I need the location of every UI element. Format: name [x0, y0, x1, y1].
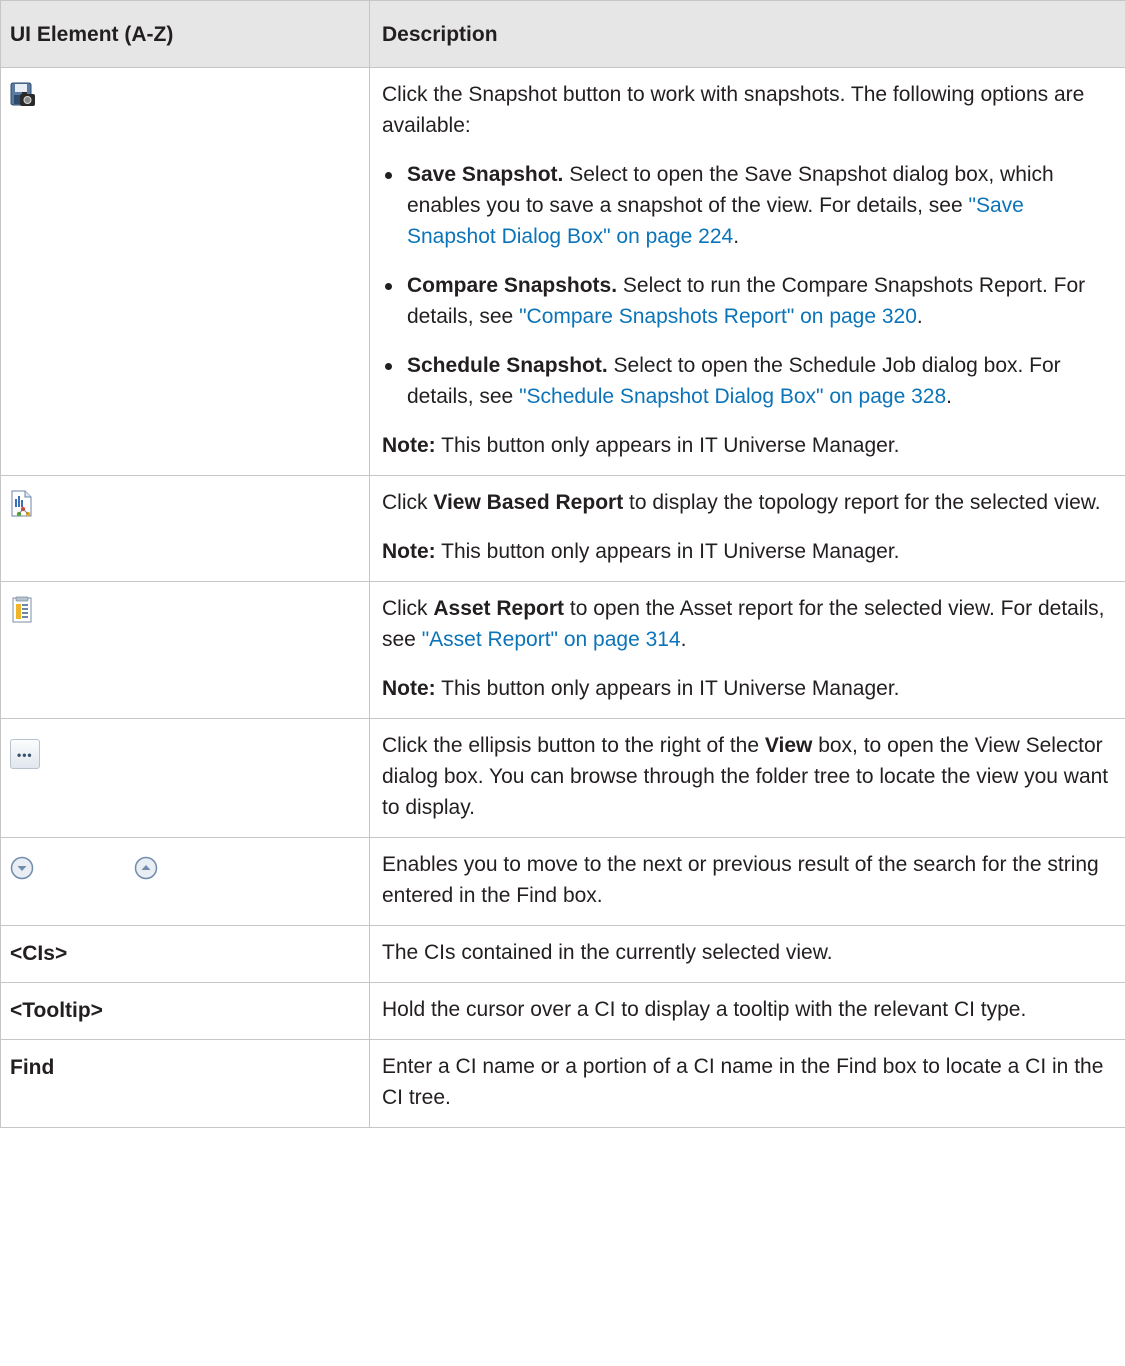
- ui-elements-table: UI Element (A-Z) Description Click the S…: [0, 0, 1125, 1128]
- note-text: This button only appears in IT Universe …: [435, 540, 900, 563]
- description-cell: Hold the cursor over a CI to display a t…: [369, 982, 1125, 1040]
- description-cell: Enter a CI name or a portion of a CI nam…: [369, 1039, 1125, 1128]
- ui-element-cell: [0, 475, 370, 582]
- snapshot-intro: Click the Snapshot button to work with s…: [382, 83, 1085, 137]
- view-based-report-icon[interactable]: [10, 490, 36, 527]
- snapshot-options-list: Save Snapshot. Select to open the Save S…: [382, 159, 1111, 412]
- table-row-cis: <CIs> The CIs contained in the currently…: [0, 925, 1125, 983]
- ui-element-cell: [0, 581, 370, 719]
- note: Note: This button only appears in IT Uni…: [382, 673, 1111, 704]
- note: Note: This button only appears in IT Uni…: [382, 536, 1111, 567]
- description-cell: The CIs contained in the currently selec…: [369, 925, 1125, 983]
- nav-icons: [10, 856, 361, 889]
- header-description: Description: [369, 0, 1125, 68]
- ui-element-cell: •••: [0, 718, 370, 838]
- ellipsis-dots: •••: [17, 748, 33, 762]
- note-text: This button only appears in IT Universe …: [435, 677, 900, 700]
- option-title: Schedule Snapshot.: [407, 354, 608, 377]
- description-text: Hold the cursor over a CI to display a t…: [382, 998, 1027, 1021]
- table-row-tooltip: <Tooltip> Hold the cursor over a CI to d…: [0, 982, 1125, 1040]
- asset-report-link[interactable]: "Asset Report" on page 314: [422, 628, 681, 651]
- description-text: The CIs contained in the currently selec…: [382, 941, 833, 964]
- snapshot-icon[interactable]: [10, 82, 36, 119]
- text: Click the ellipsis button to the right o…: [382, 734, 765, 757]
- note-text: This button only appears in IT Universe …: [435, 434, 900, 457]
- option-title: Save Snapshot.: [407, 163, 564, 186]
- description-cell: Click the Snapshot button to work with s…: [369, 67, 1125, 476]
- ui-element-cell: [0, 837, 370, 926]
- note: Note: This button only appears in IT Uni…: [382, 430, 1111, 461]
- element-name: View: [764, 734, 813, 757]
- text: Click: [382, 491, 434, 514]
- element-name: View Based Report: [433, 491, 624, 514]
- asset-report-icon[interactable]: [10, 596, 36, 633]
- description-cell: Click View Based Report to display the t…: [369, 475, 1125, 582]
- description-cell: Click the ellipsis button to the right o…: [369, 718, 1125, 838]
- list-item: Compare Snapshots. Select to run the Com…: [385, 270, 1111, 332]
- table-row-ellipsis: ••• Click the ellipsis button to the rig…: [0, 718, 1125, 838]
- ui-element-cell: [0, 67, 370, 476]
- punctuation: .: [733, 225, 740, 248]
- punctuation: .: [946, 385, 952, 408]
- description-text: Enables you to move to the next or previ…: [382, 853, 1099, 907]
- note-label: Note:: [382, 540, 436, 563]
- next-result-icon[interactable]: [10, 856, 34, 889]
- note-label: Note:: [382, 677, 436, 700]
- ui-element-name: Find: [0, 1039, 370, 1128]
- note-label: Note:: [382, 434, 436, 457]
- table-row-asset-report: Click Asset Report to open the Asset rep…: [0, 581, 1125, 719]
- header-ui-element: UI Element (A-Z): [0, 0, 370, 68]
- schedule-snapshot-link[interactable]: "Schedule Snapshot Dialog Box" on page 3…: [519, 385, 946, 408]
- description-text: Click View Based Report to display the t…: [382, 487, 1111, 518]
- ui-element-name: <CIs>: [0, 925, 370, 983]
- text: Click: [382, 597, 434, 620]
- bullet: [385, 283, 392, 290]
- text: to display the topology report for the s…: [623, 491, 1101, 514]
- table-row-snapshot: Click the Snapshot button to work with s…: [0, 67, 1125, 476]
- table-header-row: UI Element (A-Z) Description: [0, 0, 1125, 68]
- description-text: Enter a CI name or a portion of a CI nam…: [382, 1055, 1104, 1109]
- list-item: Schedule Snapshot. Select to open the Sc…: [385, 350, 1111, 412]
- description-cell: Enables you to move to the next or previ…: [369, 837, 1125, 926]
- ellipsis-button-icon[interactable]: •••: [10, 739, 40, 769]
- description-text: Click the ellipsis button to the right o…: [382, 730, 1111, 823]
- element-name: Asset Report: [433, 597, 565, 620]
- description-text: Click Asset Report to open the Asset rep…: [382, 593, 1111, 655]
- compare-snapshots-link[interactable]: "Compare Snapshots Report" on page 320: [519, 305, 917, 328]
- table-row-navigate-results: Enables you to move to the next or previ…: [0, 837, 1125, 926]
- bullet: [385, 172, 392, 179]
- option-title: Compare Snapshots.: [407, 274, 618, 297]
- ui-element-name: <Tooltip>: [0, 982, 370, 1040]
- table-row-find: Find Enter a CI name or a portion of a C…: [0, 1039, 1125, 1128]
- table-row-view-based-report: Click View Based Report to display the t…: [0, 475, 1125, 582]
- previous-result-icon[interactable]: [134, 856, 158, 889]
- punctuation: .: [680, 628, 687, 651]
- list-item: Save Snapshot. Select to open the Save S…: [385, 159, 1111, 252]
- bullet: [385, 363, 392, 370]
- description-cell: Click Asset Report to open the Asset rep…: [369, 581, 1125, 719]
- punctuation: .: [916, 305, 923, 328]
